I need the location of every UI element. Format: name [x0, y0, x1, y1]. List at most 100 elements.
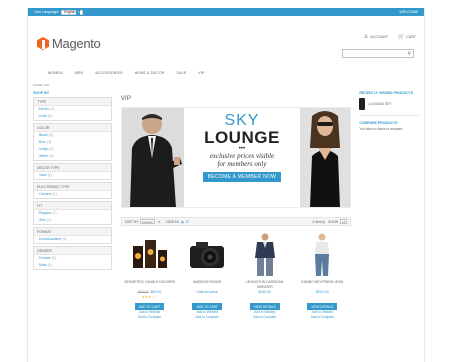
product-name[interactable]: DUMBO BOYFRIEND JEAN [296, 280, 348, 289]
nav-item-men[interactable]: MEN [75, 71, 83, 75]
rating-stars [296, 295, 348, 300]
filter-option-label: Male [39, 263, 47, 267]
product-image-candle-holders[interactable] [127, 232, 173, 278]
filter-option[interactable]: Camera(1) [34, 191, 111, 198]
filter-option-count: (1) [47, 173, 52, 177]
filter-group-type: TYPE Denim(1) Knits(1) [33, 97, 112, 121]
sort-direction-icon[interactable]: ⇅ [158, 220, 161, 224]
banner-man-image [121, 108, 184, 207]
banner-headline-sky: SKY [224, 112, 260, 129]
filter-group-color: COLOR Black(3) Blue(4) Indigo(1) White(1… [33, 123, 112, 161]
cart-link[interactable]: 🛒 CART [398, 34, 416, 40]
filter-option[interactable]: Slim(1) [34, 217, 111, 224]
add-to-cart-button[interactable]: ADD TO CART [192, 303, 222, 310]
nav-item-home-decor[interactable]: HOME & DECOR [135, 71, 165, 75]
luggage-thumbnail [359, 98, 366, 110]
special-price: $45.00 [150, 290, 162, 294]
product-name[interactable]: MADISON RX3400 [181, 280, 233, 289]
view-details-button[interactable]: VIEW DETAILS [249, 303, 280, 310]
search-icon[interactable]: ⚲ [407, 51, 411, 57]
item-count: 4 Item(s) [312, 219, 326, 224]
product-toolbar: SORT BY Position ⇅ VIEW AS ▦ ☰ 4 Item(s)… [120, 217, 352, 226]
filter-heading: GENDER [34, 247, 111, 255]
list-view-icon[interactable]: ☰ [186, 220, 189, 224]
filter-option-label: Vase [39, 173, 47, 177]
show-select[interactable]: 12 [339, 219, 348, 224]
filter-option-label: Downloadable [39, 237, 62, 241]
header: Magento ♙ ACCOUNT 🛒 CART ⚲ [28, 16, 424, 66]
filter-group-gender: GENDER Female(1) Male(1) [33, 246, 112, 270]
filter-option[interactable]: Indigo(1) [34, 146, 111, 153]
sort-by-select[interactable]: Position [140, 219, 156, 224]
filter-option-count: (1) [62, 237, 67, 241]
filter-option-label: Female [39, 256, 51, 260]
magento-logo-icon [37, 37, 49, 50]
add-to-compare-link[interactable]: Add to Compare [181, 315, 233, 320]
add-to-compare-link[interactable]: Add to Compare [124, 315, 176, 320]
right-sidebar: RECENTLY VIEWED PRODUCTS LUGGAGE SET COM… [359, 90, 419, 320]
filter-option-count: (1) [47, 263, 52, 267]
nav-item-women[interactable]: WOMEN [48, 71, 63, 75]
welcome-text: WELCOME [399, 10, 418, 14]
filter-group-decor-type: DECOR TYPE Vase(1) [33, 163, 112, 180]
shop-by-title: SHOP BY [33, 91, 50, 95]
filter-option[interactable]: White(1) [34, 153, 111, 160]
filter-option-label: Knits [39, 114, 47, 118]
header-links: ♙ ACCOUNT 🛒 CART [364, 34, 416, 40]
filter-option[interactable]: Black(3) [34, 132, 111, 139]
product-image-camera[interactable] [184, 232, 230, 278]
nav-item-vip[interactable]: VIP [198, 71, 204, 75]
product-image-cardigan[interactable] [242, 232, 288, 278]
logo[interactable]: Magento [37, 36, 101, 51]
filter-option-count: (1) [46, 218, 52, 222]
cart-icon: 🛒 [398, 34, 405, 40]
rating-stars [239, 295, 291, 300]
nav-item-sale[interactable]: SALE [177, 71, 187, 75]
product-card: LEXINGTON CARDIGAN SWEATER $240.00 VIEW … [239, 232, 291, 320]
product-name[interactable]: GEOMETRIC CANDLE HOLDERS [124, 280, 176, 289]
breadcrumb[interactable]: HOME / VIP [28, 80, 424, 90]
show-label: SHOW [328, 219, 338, 224]
add-to-compare-link[interactable]: Add to Compare [239, 315, 291, 320]
filter-option[interactable]: Downloadable(1) [34, 236, 111, 243]
page-title: VIP [120, 95, 132, 102]
view-details-button[interactable]: VIEW DETAILS [307, 303, 338, 310]
filter-option-label: Blue [39, 140, 47, 144]
product-image-jeans[interactable] [299, 232, 345, 278]
add-to-compare-link[interactable]: Add to Compare [296, 315, 348, 320]
filter-option-count: (1) [51, 256, 56, 260]
add-to-cart-button[interactable]: ADD TO CART [134, 303, 165, 310]
recently-viewed-item[interactable]: LUGGAGE SET [359, 97, 419, 111]
banner-text: SKY LOUNGE ••• exclusive prices visible … [184, 108, 301, 207]
nav-item-accessories[interactable]: ACCESSORIES [95, 71, 123, 75]
filter-option-label: Indigo [39, 147, 49, 151]
filter-option[interactable]: Blue(4) [34, 139, 111, 146]
become-member-button[interactable]: BECOME A MEMBER NOW [202, 172, 282, 182]
product-name[interactable]: LEXINGTON CARDIGAN SWEATER [239, 280, 291, 289]
chevron-down-icon: ▾ [76, 9, 81, 15]
user-icon: ♙ [363, 34, 369, 40]
filter-option-count: (1) [52, 192, 57, 196]
grid-view-icon[interactable]: ▦ [181, 220, 184, 224]
product-grid: GEOMETRIC CANDLE HOLDERS $50.00 $45.00 ★★… [121, 229, 352, 320]
logo-text: Magento [52, 36, 101, 51]
account-link[interactable]: ♙ ACCOUNT [364, 34, 388, 40]
search-input[interactable]: ⚲ [342, 49, 414, 58]
promo-banner[interactable]: SKY LOUNGE ••• exclusive prices visible … [120, 107, 352, 208]
filter-option[interactable]: Female(1) [34, 255, 111, 262]
filter-option[interactable]: Denim(1) [34, 106, 111, 113]
rating-stars [181, 295, 233, 300]
filter-heading: FORMAT [34, 228, 111, 236]
language-label: Your Language: [34, 10, 60, 14]
filter-option[interactable]: Vase(1) [34, 172, 111, 179]
filter-option-count: (3) [48, 133, 53, 137]
left-sidebar: SHOP BY TYPE Denim(1) Knits(1) COLOR Bla… [33, 90, 112, 320]
filter-heading: DECOR TYPE [34, 164, 111, 172]
language-select[interactable]: English ▾ [61, 9, 84, 15]
filter-option[interactable]: Regular(1) [34, 210, 111, 217]
filter-option[interactable]: Knits(1) [34, 113, 111, 120]
recently-viewed-item-name: LUGGAGE SET [368, 102, 392, 106]
cart-label: CART [406, 35, 416, 39]
compare-products-title: COMPARE PRODUCTS [359, 121, 398, 125]
filter-option[interactable]: Male(1) [34, 262, 111, 269]
